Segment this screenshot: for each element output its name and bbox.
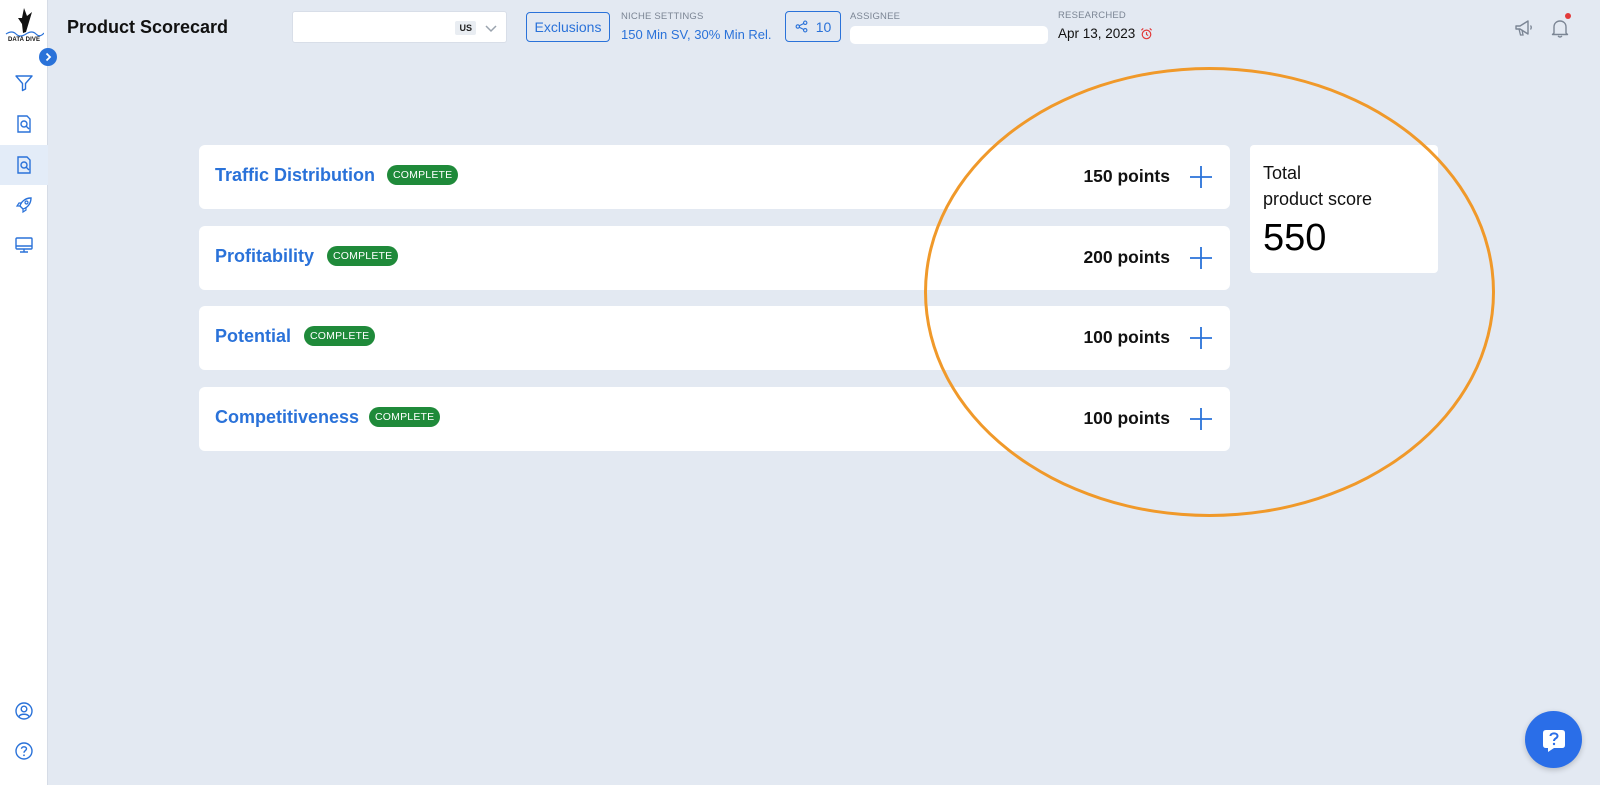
help-chat-button[interactable] xyxy=(1525,711,1582,768)
rocket-icon xyxy=(15,197,32,214)
row-title: Traffic Distribution xyxy=(215,165,376,185)
sidebar-item-account[interactable] xyxy=(0,691,48,731)
expand-row-button[interactable] xyxy=(1187,163,1215,191)
researched-date-text: Apr 13, 2023 xyxy=(1058,26,1136,41)
sidebar-item-launch[interactable] xyxy=(0,185,48,225)
expand-row-button[interactable] xyxy=(1187,324,1215,352)
sidebar-item-scorecard[interactable] xyxy=(0,145,48,185)
total-label-line2: product score xyxy=(1263,189,1373,209)
market-badge: US xyxy=(455,21,476,35)
top-header: Product Scorecard US Exclusions NICHE SE… xyxy=(48,0,1600,56)
filter-icon xyxy=(15,75,33,92)
notifications-button[interactable] xyxy=(1548,13,1572,40)
data-dive-logo[interactable]: DATA DIVE xyxy=(4,6,45,48)
row-points: 100 points xyxy=(1083,327,1170,347)
monitor-icon xyxy=(15,237,33,253)
help-circle-icon xyxy=(15,742,33,760)
niche-settings-label: NICHE SETTINGS xyxy=(621,11,704,22)
diver-logo-icon xyxy=(5,8,45,37)
total-label-line1: Total xyxy=(1263,163,1302,183)
chevron-right-icon xyxy=(45,52,52,62)
exclusions-button[interactable]: Exclusions xyxy=(526,12,610,42)
share-icon xyxy=(795,20,808,33)
total-score-label: Total product score xyxy=(1263,160,1433,212)
bell-icon xyxy=(1551,20,1569,38)
logo-text: DATA DIVE xyxy=(7,37,41,43)
share-count: 10 xyxy=(815,18,832,35)
search-document-icon xyxy=(17,156,31,174)
expand-row-button[interactable] xyxy=(1187,405,1215,433)
researched-label: RESEARCHED xyxy=(1058,10,1126,21)
megaphone-icon xyxy=(1515,20,1532,36)
row-title: Competitiveness xyxy=(215,407,360,427)
score-row-profitability[interactable]: Profitability COMPLETE 200 points xyxy=(199,226,1230,290)
notification-dot xyxy=(1565,13,1571,19)
plus-icon xyxy=(1190,166,1212,188)
status-badge: COMPLETE xyxy=(327,246,399,266)
assignee-label: ASSIGNEE xyxy=(850,11,901,22)
sidebar: DATA DIVE xyxy=(0,0,57,785)
sidebar-item-help[interactable] xyxy=(0,731,48,771)
chevron-down-icon xyxy=(484,21,498,40)
share-button[interactable]: 10 xyxy=(785,11,841,42)
score-row-competitiveness[interactable]: Competitiveness COMPLETE 100 points xyxy=(199,387,1230,451)
status-badge: COMPLETE xyxy=(369,407,441,427)
product-select[interactable]: US xyxy=(292,11,507,43)
page-title: Product Scorecard xyxy=(67,17,229,37)
plus-icon xyxy=(1190,408,1212,430)
sidebar-item-monitor[interactable] xyxy=(0,225,48,265)
row-title: Profitability xyxy=(215,246,315,266)
score-row-traffic-distribution[interactable]: Traffic Distribution COMPLETE 150 points xyxy=(199,145,1230,209)
row-points: 150 points xyxy=(1083,166,1170,186)
status-badge: COMPLETE xyxy=(304,326,376,346)
plus-icon xyxy=(1190,247,1212,269)
row-points: 200 points xyxy=(1083,247,1170,267)
expand-sidebar-button[interactable] xyxy=(39,48,57,66)
score-row-potential[interactable]: Potential COMPLETE 100 points xyxy=(199,306,1230,370)
sidebar-item-filter[interactable] xyxy=(0,63,48,103)
announcements-button[interactable] xyxy=(1512,16,1536,40)
plus-icon xyxy=(1190,327,1212,349)
total-score-card: Total product score 550 xyxy=(1250,145,1438,273)
niche-settings-link[interactable]: 150 Min SV, 30% Min Rel. xyxy=(621,27,772,42)
researched-date: Apr 13, 2023 xyxy=(1058,26,1153,41)
help-chat-icon xyxy=(1542,729,1565,752)
expand-row-button[interactable] xyxy=(1187,244,1215,272)
assignee-field[interactable] xyxy=(850,26,1048,44)
sidebar-item-research[interactable] xyxy=(0,104,48,144)
total-score-value: 550 xyxy=(1263,217,1327,259)
row-points: 100 points xyxy=(1083,408,1170,428)
alarm-clock-icon[interactable] xyxy=(1140,27,1153,40)
user-circle-icon xyxy=(15,702,33,720)
search-document-icon xyxy=(17,115,31,133)
status-badge: COMPLETE xyxy=(387,165,459,185)
row-title: Potential xyxy=(215,326,292,346)
